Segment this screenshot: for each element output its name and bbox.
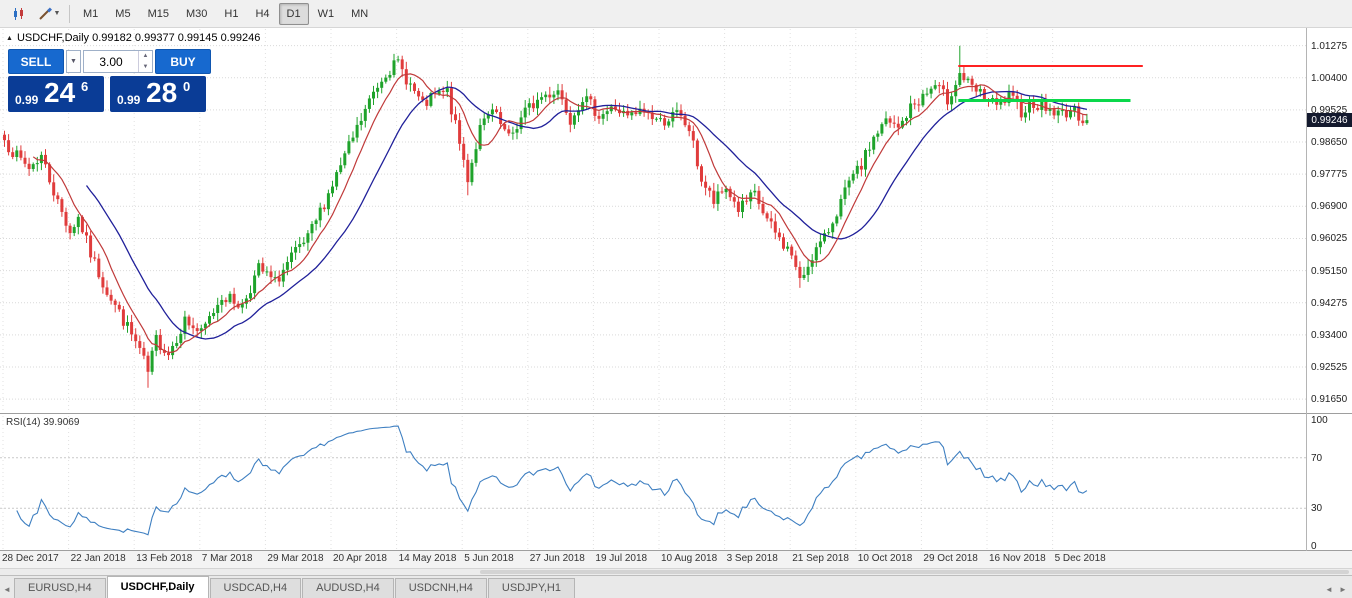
price-axis-label: 0.92525 <box>1311 362 1347 373</box>
current-price-tag: 0.99246 <box>1307 113 1352 127</box>
price-axis-label: 1.00400 <box>1311 73 1347 84</box>
spin-down-icon[interactable]: ▼ <box>139 62 152 73</box>
tf-button-m1[interactable]: M1 <box>75 3 106 25</box>
price-axis-label: 0.97775 <box>1311 169 1347 180</box>
time-axis-label: 20 Apr 2018 <box>333 553 387 564</box>
time-axis-label: 27 Jun 2018 <box>530 553 585 564</box>
rsi-axis-label: 100 <box>1311 415 1328 426</box>
rsi-axis-label: 30 <box>1311 503 1322 514</box>
time-axis-label: 5 Dec 2018 <box>1055 553 1106 564</box>
rsi-label: RSI(14) 39.9069 <box>6 417 79 428</box>
time-axis-label: 7 Mar 2018 <box>202 553 253 564</box>
time-axis-label: 19 Jul 2018 <box>595 553 647 564</box>
chart-tab[interactable]: USDCAD,H4 <box>210 578 302 598</box>
chart-tabs-bar: ◄ EURUSD,H4USDCHF,DailyUSDCAD,H4AUDUSD,H… <box>0 575 1352 598</box>
chart-tab[interactable]: EURUSD,H4 <box>14 578 106 598</box>
scrollbar-thumb[interactable] <box>480 570 1349 574</box>
price-axis-label: 0.98650 <box>1311 137 1347 148</box>
time-axis-label: 28 Dec 2017 <box>2 553 59 564</box>
tabs-nav-left-icon[interactable]: ◄ <box>1322 580 1336 598</box>
time-axis-label: 16 Nov 2018 <box>989 553 1046 564</box>
tf-button-m30[interactable]: M30 <box>178 3 215 25</box>
dropdown-arrow-icon: ▼ <box>54 10 61 17</box>
time-axis-label: 13 Feb 2018 <box>136 553 192 564</box>
chart-tool-icon[interactable] <box>4 2 34 26</box>
ask-price-box[interactable]: 0.99 28 0 <box>110 76 206 112</box>
time-axis-label: 5 Jun 2018 <box>464 553 514 564</box>
tabs-nav-right-icon[interactable]: ► <box>1336 580 1350 598</box>
tabs-nav-right: ◄ ► <box>1322 580 1350 598</box>
tf-button-h1[interactable]: H1 <box>216 3 246 25</box>
volume-input[interactable] <box>86 52 136 71</box>
sell-button[interactable]: SELL <box>8 49 64 74</box>
ask-price-prefix: 0.99 <box>117 93 140 107</box>
time-axis-label: 22 Jan 2018 <box>71 553 126 564</box>
time-axis-label: 29 Mar 2018 <box>267 553 323 564</box>
ask-price-pips: 28 <box>146 75 177 111</box>
toolbar-separator <box>69 5 70 23</box>
current-price-value: 0.99246 <box>1311 115 1347 126</box>
chart-tab[interactable]: USDCNH,H4 <box>395 578 487 598</box>
price-axis-label: 1.01275 <box>1311 41 1347 52</box>
tf-button-m5[interactable]: M5 <box>107 3 138 25</box>
volume-field-wrap: ▲ ▼ <box>83 50 153 73</box>
bid-price-point: 6 <box>81 79 88 94</box>
price-axis-label: 0.96900 <box>1311 201 1347 212</box>
bid-ask-row: 0.99 24 6 0.99 28 0 <box>8 76 211 112</box>
price-axis-label: 0.91650 <box>1311 394 1347 405</box>
tf-button-d1[interactable]: D1 <box>279 3 309 25</box>
toolbar: ▼ M1M5M15M30H1H4D1W1MN <box>0 0 1352 28</box>
rsi-axis-label: 70 <box>1311 453 1322 464</box>
time-axis-label: 29 Oct 2018 <box>923 553 977 564</box>
chart-tab[interactable]: USDJPY,H1 <box>488 578 575 598</box>
time-axis-label: 14 May 2018 <box>399 553 457 564</box>
time-axis-label: 3 Sep 2018 <box>727 553 778 564</box>
price-axis-label: 0.95150 <box>1311 266 1347 277</box>
buy-button[interactable]: BUY <box>155 49 211 74</box>
price-axis[interactable]: 1.012751.004000.995250.986500.977750.969… <box>1307 28 1352 551</box>
time-axis-label: 10 Oct 2018 <box>858 553 912 564</box>
trade-controls-row: SELL ▼ ▲ ▼ BUY <box>8 49 211 74</box>
price-axis-label: 0.94275 <box>1311 298 1347 309</box>
tabs-scroll-left-icon[interactable]: ◄ <box>0 580 14 598</box>
volume-preset-dropdown[interactable]: ▼ <box>66 50 81 73</box>
bid-price-pips: 24 <box>44 75 75 111</box>
horizontal-scrollbar[interactable] <box>0 568 1352 575</box>
chart-tab[interactable]: AUDUSD,H4 <box>302 578 394 598</box>
time-axis-label: 21 Sep 2018 <box>792 553 849 564</box>
bid-price-prefix: 0.99 <box>15 93 38 107</box>
tf-button-h4[interactable]: H4 <box>247 3 277 25</box>
brush-tool-button[interactable]: ▼ <box>34 2 64 26</box>
timeframe-buttons: M1M5M15M30H1H4D1W1MN <box>75 3 376 25</box>
chart-title-text: USDCHF,Daily 0.99182 0.99377 0.99145 0.9… <box>17 32 260 44</box>
tf-button-m15[interactable]: M15 <box>140 3 177 25</box>
price-axis-label: 0.96025 <box>1311 233 1347 244</box>
spin-up-icon[interactable]: ▲ <box>139 51 152 62</box>
tf-button-mn[interactable]: MN <box>343 3 376 25</box>
ask-price-point: 0 <box>183 79 190 94</box>
brush-icon <box>38 7 52 21</box>
one-click-trade-panel: SELL ▼ ▲ ▼ BUY 0.99 24 6 0.99 28 0 <box>8 49 211 112</box>
tf-button-w1[interactable]: W1 <box>310 3 343 25</box>
price-axis-label: 0.93400 <box>1311 330 1347 341</box>
time-axis[interactable]: 28 Dec 2017 22 Jan 2018 13 Feb 2018 7 Mar 2… <box>0 551 1352 568</box>
chart-title: ▲ USDCHF,Daily 0.99182 0.99377 0.99145 0… <box>6 32 260 44</box>
collapse-triangle-icon[interactable]: ▲ <box>6 35 13 42</box>
chart-tabs: EURUSD,H4USDCHF,DailyUSDCAD,H4AUDUSD,H4U… <box>14 575 576 598</box>
dropdown-arrow-icon: ▼ <box>70 58 77 65</box>
time-axis-label: 10 Aug 2018 <box>661 553 717 564</box>
candlestick-icon <box>12 7 26 21</box>
bid-price-box[interactable]: 0.99 24 6 <box>8 76 104 112</box>
volume-spinner: ▲ ▼ <box>138 51 152 72</box>
chart-tab[interactable]: USDCHF,Daily <box>107 576 209 598</box>
